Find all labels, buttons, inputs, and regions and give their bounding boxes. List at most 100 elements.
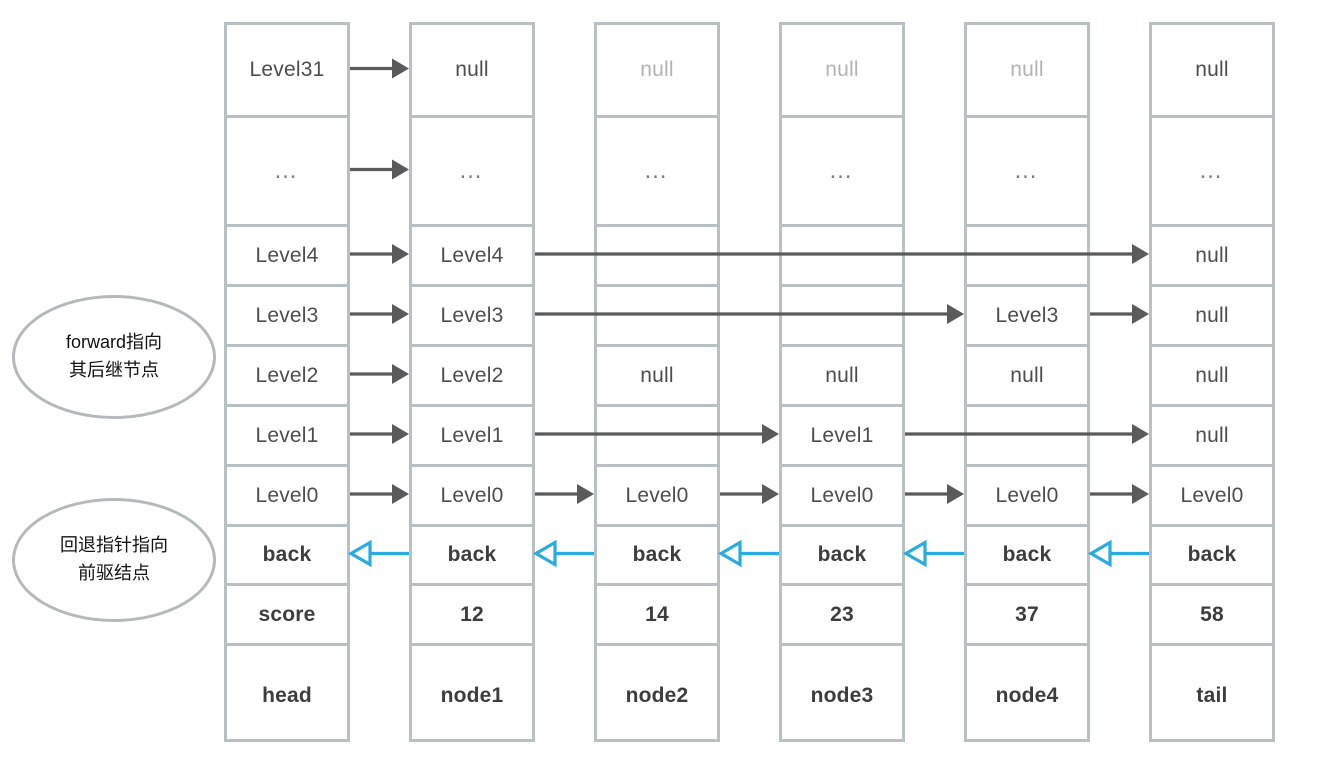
cell-node4-score: 37 — [967, 586, 1087, 646]
back-arrow-head — [717, 539, 742, 568]
cell-node3-Level1: Level1 — [782, 407, 902, 467]
cell-node2-back: back — [597, 527, 717, 586]
node-column-tail: null… null null null null Level0 back 58 tail — [1149, 22, 1275, 742]
forward-arrow-node4-to-tail-Level3 — [1090, 304, 1149, 324]
skiplist-diagram: forward指向 其后继节点 回退指针指向 前驱结点 Level31… Leve… — [0, 0, 1330, 778]
cell-node2-Level31: null — [597, 25, 717, 118]
cell-node1-score: 12 — [412, 586, 532, 646]
forward-arrow-head — [1132, 484, 1149, 504]
cell-tail-score: 58 — [1152, 586, 1272, 646]
forward-arrow-head-to-node1-Level31 — [350, 58, 409, 79]
cell-node3-name: node3 — [810, 683, 874, 707]
forward-arrow-head — [392, 159, 409, 180]
forward-arrow-head-to-node1-ellipsis — [350, 159, 409, 180]
node-column-node1: null… Level4 Level3 Level2 Level1 Level0 back 1… — [409, 22, 535, 742]
node-column-head: Level31… Level4 Level3 Level2 Level1 Level0 ba… — [224, 22, 350, 742]
cell-node2-ellipsis: … — [597, 118, 717, 227]
forward-arrow-head — [1132, 424, 1149, 444]
forward-arrow-head — [947, 304, 964, 324]
cell-node4-Level1 — [967, 407, 1087, 467]
forward-arrow-head — [392, 364, 409, 384]
forward-arrow-node4-to-tail-Level0 — [1090, 484, 1149, 504]
cell-head-Level0: Level0 — [227, 467, 347, 527]
cell-tail-Level1: null — [1152, 407, 1272, 467]
cell-node1-Level4: Level4 — [412, 227, 532, 287]
cell-head-score: score — [227, 586, 347, 646]
legend-forward-line1: forward指向 — [65, 332, 163, 353]
cell-node1-Level1: Level1 — [412, 407, 532, 467]
cell-node3-Level2: null — [782, 347, 902, 407]
cell-tail-Level0: Level0 — [1152, 467, 1272, 527]
cell-node4-Level2: null — [967, 347, 1087, 407]
cell-node3-ellipsis: … — [782, 118, 902, 227]
forward-arrow-node1-to-node2-Level0 — [535, 484, 594, 504]
cell-node3-back: back — [782, 527, 902, 586]
node-column-node2: null… null Level0 back 14 node2 — [594, 22, 720, 742]
back-arrow-tail-to-node4 — [1087, 539, 1149, 568]
forward-arrow-head — [762, 484, 779, 504]
back-arrow-node4-to-node3 — [902, 539, 964, 568]
cell-node1-ellipsis: … — [412, 118, 532, 227]
cell-head-name: head — [262, 683, 312, 707]
cell-head-ellipsis: … — [227, 118, 347, 227]
forward-arrow-head — [947, 484, 964, 504]
forward-arrow-head — [577, 484, 594, 504]
legend-back-line2: 前驱结点 — [78, 563, 150, 583]
cell-node2-Level0: Level0 — [597, 467, 717, 527]
forward-arrow-head-to-node1-Level0 — [350, 484, 409, 504]
cell-node4-name: node4 — [995, 683, 1059, 707]
cell-tail-ellipsis: … — [1152, 118, 1272, 227]
back-arrow-node1-to-head — [347, 539, 409, 568]
forward-arrow-head — [392, 484, 409, 504]
forward-arrow-node2-to-node3-Level0 — [720, 484, 779, 504]
cell-node2-name: node2 — [625, 683, 689, 707]
cell-tail-Level3: null — [1152, 287, 1272, 347]
cell-node4-Level0: Level0 — [967, 467, 1087, 527]
forward-arrow-head-to-node1-Level2 — [350, 364, 409, 384]
cell-node2-Level4 — [597, 227, 717, 287]
cell-node4-Level3: Level3 — [967, 287, 1087, 347]
cell-node3-Level0: Level0 — [782, 467, 902, 527]
cell-tail-back: back — [1152, 527, 1272, 586]
cell-node3-score: 23 — [782, 586, 902, 646]
cell-tail-Level2: null — [1152, 347, 1272, 407]
back-arrow-head — [902, 539, 927, 568]
back-arrow-node3-to-node2 — [717, 539, 779, 568]
forward-arrow-head — [392, 424, 409, 444]
legend-forward-line2: 其后继节点 — [69, 360, 159, 380]
forward-arrow-head — [392, 58, 409, 79]
forward-arrow-head — [1132, 244, 1149, 264]
cell-node3-Level3 — [782, 287, 902, 347]
cell-head-Level3: Level3 — [227, 287, 347, 347]
cell-node1-Level2: Level2 — [412, 347, 532, 407]
cell-node4-Level4 — [967, 227, 1087, 287]
forward-arrow-head-to-node1-Level1 — [350, 424, 409, 444]
node-column-node3: null… null Level1 Level0 back 23 node3 — [779, 22, 905, 742]
cell-node2-Level2: null — [597, 347, 717, 407]
forward-arrow-node3-to-node4-Level0 — [905, 484, 964, 504]
cell-node1-name: node1 — [440, 683, 504, 707]
back-arrow-node2-to-node1 — [532, 539, 594, 568]
cell-node1-Level31: null — [412, 25, 532, 118]
cell-node2-score: 14 — [597, 586, 717, 646]
cell-tail-Level4: null — [1152, 227, 1272, 287]
cell-head-Level2: Level2 — [227, 347, 347, 407]
cell-node1-back: back — [412, 527, 532, 586]
cell-node3-Level31: null — [782, 25, 902, 118]
cell-node4-Level31: null — [967, 25, 1087, 118]
node-column-node4: null… Level3 null Level0 back 37 node4 — [964, 22, 1090, 742]
cell-node2-Level1 — [597, 407, 717, 467]
cell-node3-Level4 — [782, 227, 902, 287]
cell-node4-back: back — [967, 527, 1087, 586]
cell-head-Level31: Level31 — [227, 25, 347, 118]
forward-arrow-head-to-node1-Level4 — [350, 244, 409, 264]
cell-node2-Level3 — [597, 287, 717, 347]
back-arrow-head — [347, 539, 372, 568]
legend-back-note: 回退指针指向 前驱结点 — [12, 498, 216, 622]
cell-node4-ellipsis: … — [967, 118, 1087, 227]
back-arrow-head — [1087, 539, 1112, 568]
legend-back-line1: 回退指针指向 — [60, 535, 168, 556]
cell-head-Level4: Level4 — [227, 227, 347, 287]
forward-arrow-head — [392, 244, 409, 264]
cell-node1-Level0: Level0 — [412, 467, 532, 527]
